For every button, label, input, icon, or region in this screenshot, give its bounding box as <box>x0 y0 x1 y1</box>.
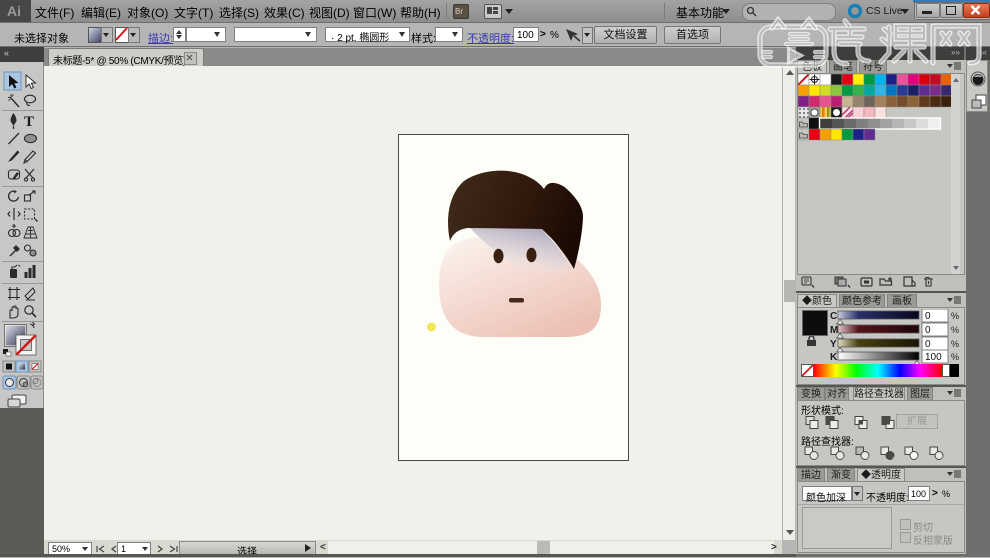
svg-text:0: 0 <box>925 339 931 350</box>
svg-text:C: C <box>830 311 837 322</box>
svg-text:0: 0 <box>925 325 931 336</box>
svg-text:100: 100 <box>925 352 942 363</box>
svg-text:0: 0 <box>925 311 931 322</box>
svg-text:T: T <box>24 114 34 130</box>
svg-text:%: % <box>951 325 959 335</box>
svg-text:%: % <box>951 352 959 362</box>
svg-text:%: % <box>951 311 959 321</box>
svg-text:Y: Y <box>830 339 837 350</box>
svg-text:%: % <box>951 339 959 349</box>
svg-text:M: M <box>830 325 838 336</box>
svg-text:K: K <box>830 352 838 363</box>
